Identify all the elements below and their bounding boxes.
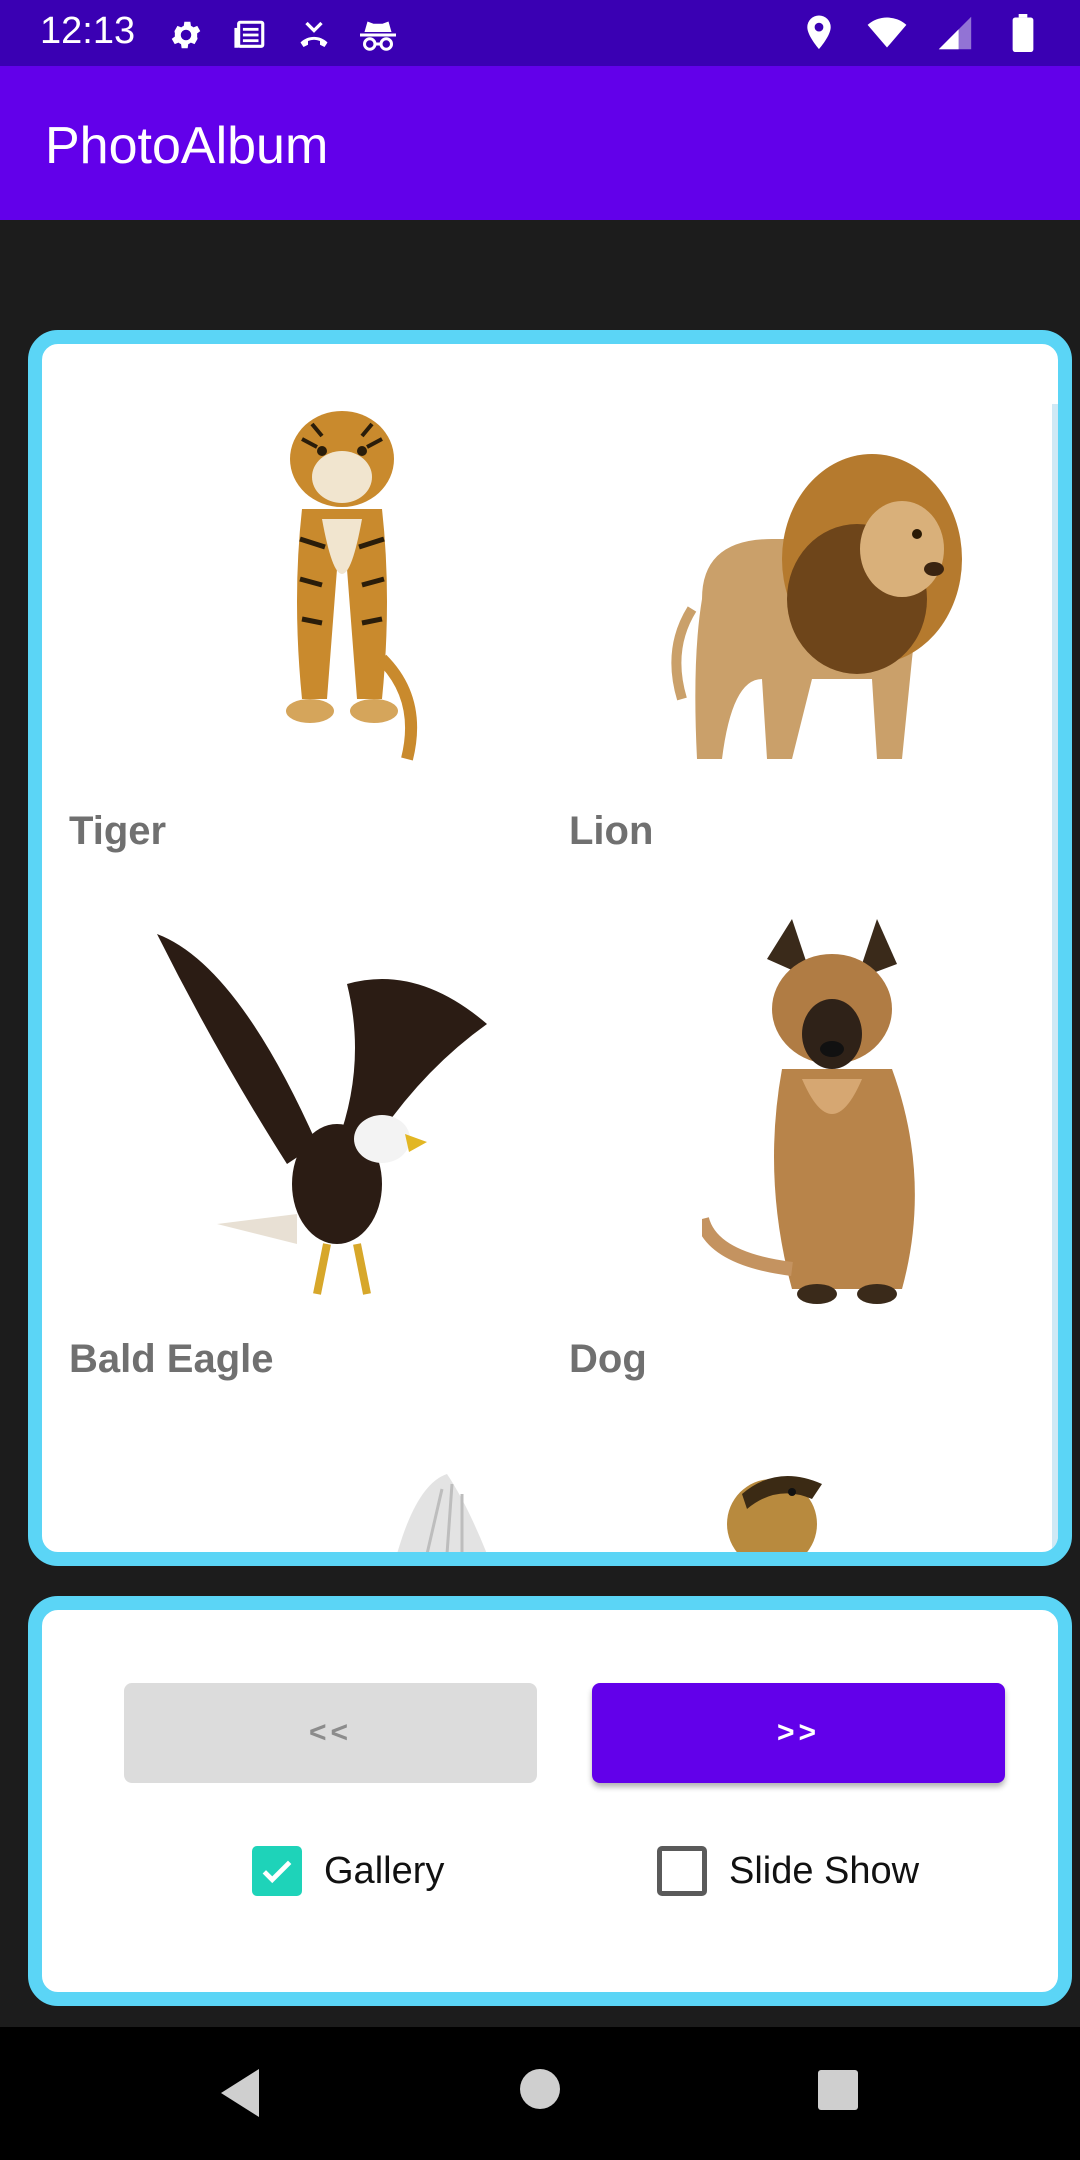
gallery-option[interactable]: Gallery <box>252 1846 444 1896</box>
check-icon <box>262 1860 292 1884</box>
dog-photo[interactable] <box>702 919 972 1319</box>
app-title: PhotoAlbum <box>45 117 329 175</box>
gallery-checkbox[interactable] <box>252 1846 302 1896</box>
news-icon <box>229 14 271 56</box>
gallery-scrollbar[interactable] <box>1052 404 1058 1552</box>
partial-bird-photo[interactable] <box>387 1474 497 1554</box>
back-icon[interactable] <box>215 2065 265 2121</box>
previous-button[interactable]: << <box>124 1683 537 1783</box>
next-button[interactable]: >> <box>592 1683 1005 1783</box>
slideshow-checkbox[interactable] <box>657 1846 707 1896</box>
photo-label-bald-eagle: Bald Eagle <box>69 1337 274 1381</box>
recents-icon[interactable] <box>817 2069 859 2111</box>
battery-icon <box>1002 12 1044 54</box>
location-icon <box>798 12 840 54</box>
incognito-icon <box>357 14 399 56</box>
status-time: 12:13 <box>40 10 136 52</box>
slideshow-label: Slide Show <box>729 1849 920 1892</box>
status-bar: 12:13 <box>0 0 1080 66</box>
tiger-photo[interactable] <box>232 399 452 779</box>
app-bar: PhotoAlbum <box>0 66 1080 220</box>
wifi-icon <box>866 12 908 54</box>
bald-eagle-photo[interactable] <box>157 924 497 1304</box>
photo-label-lion: Lion <box>569 809 654 853</box>
call-forward-icon <box>293 14 335 56</box>
navigation-bar <box>0 2027 1080 2160</box>
partial-snake-photo[interactable] <box>722 1464 832 1554</box>
gallery-label: Gallery <box>324 1849 445 1892</box>
home-icon[interactable] <box>518 2067 562 2111</box>
photo-label-tiger: Tiger <box>69 809 167 853</box>
gear-icon <box>165 14 207 56</box>
controls-card: << >> Gallery Slide Show <box>28 1596 1072 2006</box>
signal-icon <box>934 12 976 54</box>
gallery-card[interactable]: Tiger Lion Bald Eagle Dog <box>28 330 1072 1566</box>
slideshow-option[interactable]: Slide Show <box>657 1846 919 1896</box>
photo-label-dog: Dog <box>569 1337 647 1381</box>
lion-photo[interactable] <box>662 429 972 779</box>
